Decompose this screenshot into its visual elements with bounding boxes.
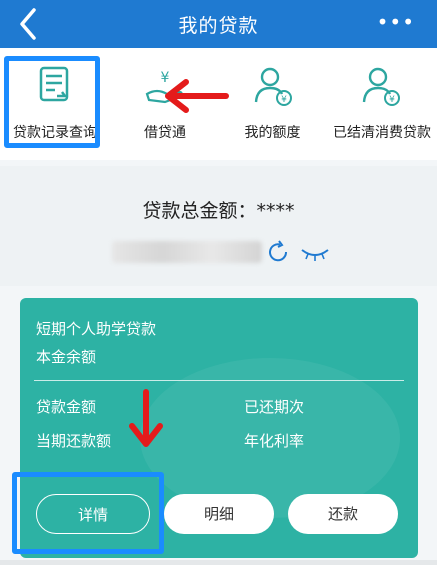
paid-periods-label: 已还期次: [244, 398, 305, 416]
loan-summary: 贷款总金额：****: [0, 166, 437, 286]
loan-product-name: 短期个人助学贷款: [36, 320, 157, 338]
eye-closed-icon[interactable]: [300, 244, 330, 262]
down-arrow-icon: [129, 389, 163, 447]
highlight-box: [12, 472, 164, 554]
loan-amount-label: 贷款金额: [36, 398, 97, 416]
repay-button[interactable]: 还款: [288, 494, 398, 534]
user-yen-icon: ¥: [254, 67, 292, 106]
menu-item-settled-loans[interactable]: ¥ 已结清消费贷款: [325, 48, 437, 160]
page-title: 我的贷款: [178, 15, 259, 37]
svg-text:¥: ¥: [281, 95, 287, 105]
highlight-box: [4, 56, 100, 148]
principal-label: 本金余额: [36, 348, 97, 366]
bottom-divider: [0, 560, 437, 565]
top-bar: 我的贷款 •••: [0, 0, 437, 48]
more-icon[interactable]: •••: [377, 10, 415, 34]
menu-item-label: 借贷通: [144, 125, 186, 141]
refresh-icon[interactable]: [266, 240, 290, 264]
user-yen-icon: ¥: [362, 67, 400, 106]
current-due-label: 当期还款额: [36, 432, 112, 450]
menu-item-label: 已结清消费贷款: [333, 125, 431, 141]
total-loan-amount: 贷款总金额：****: [142, 200, 295, 222]
divider: [34, 380, 404, 381]
left-arrow-icon: [165, 79, 229, 113]
menu-item-my-limit[interactable]: ¥ 我的额度: [220, 48, 325, 160]
masked-value: [112, 241, 262, 263]
breakdown-button[interactable]: 明细: [164, 494, 274, 534]
menu-item-label: 我的额度: [244, 125, 301, 141]
annual-rate-label: 年化利率: [244, 432, 305, 450]
svg-text:¥: ¥: [389, 95, 395, 105]
